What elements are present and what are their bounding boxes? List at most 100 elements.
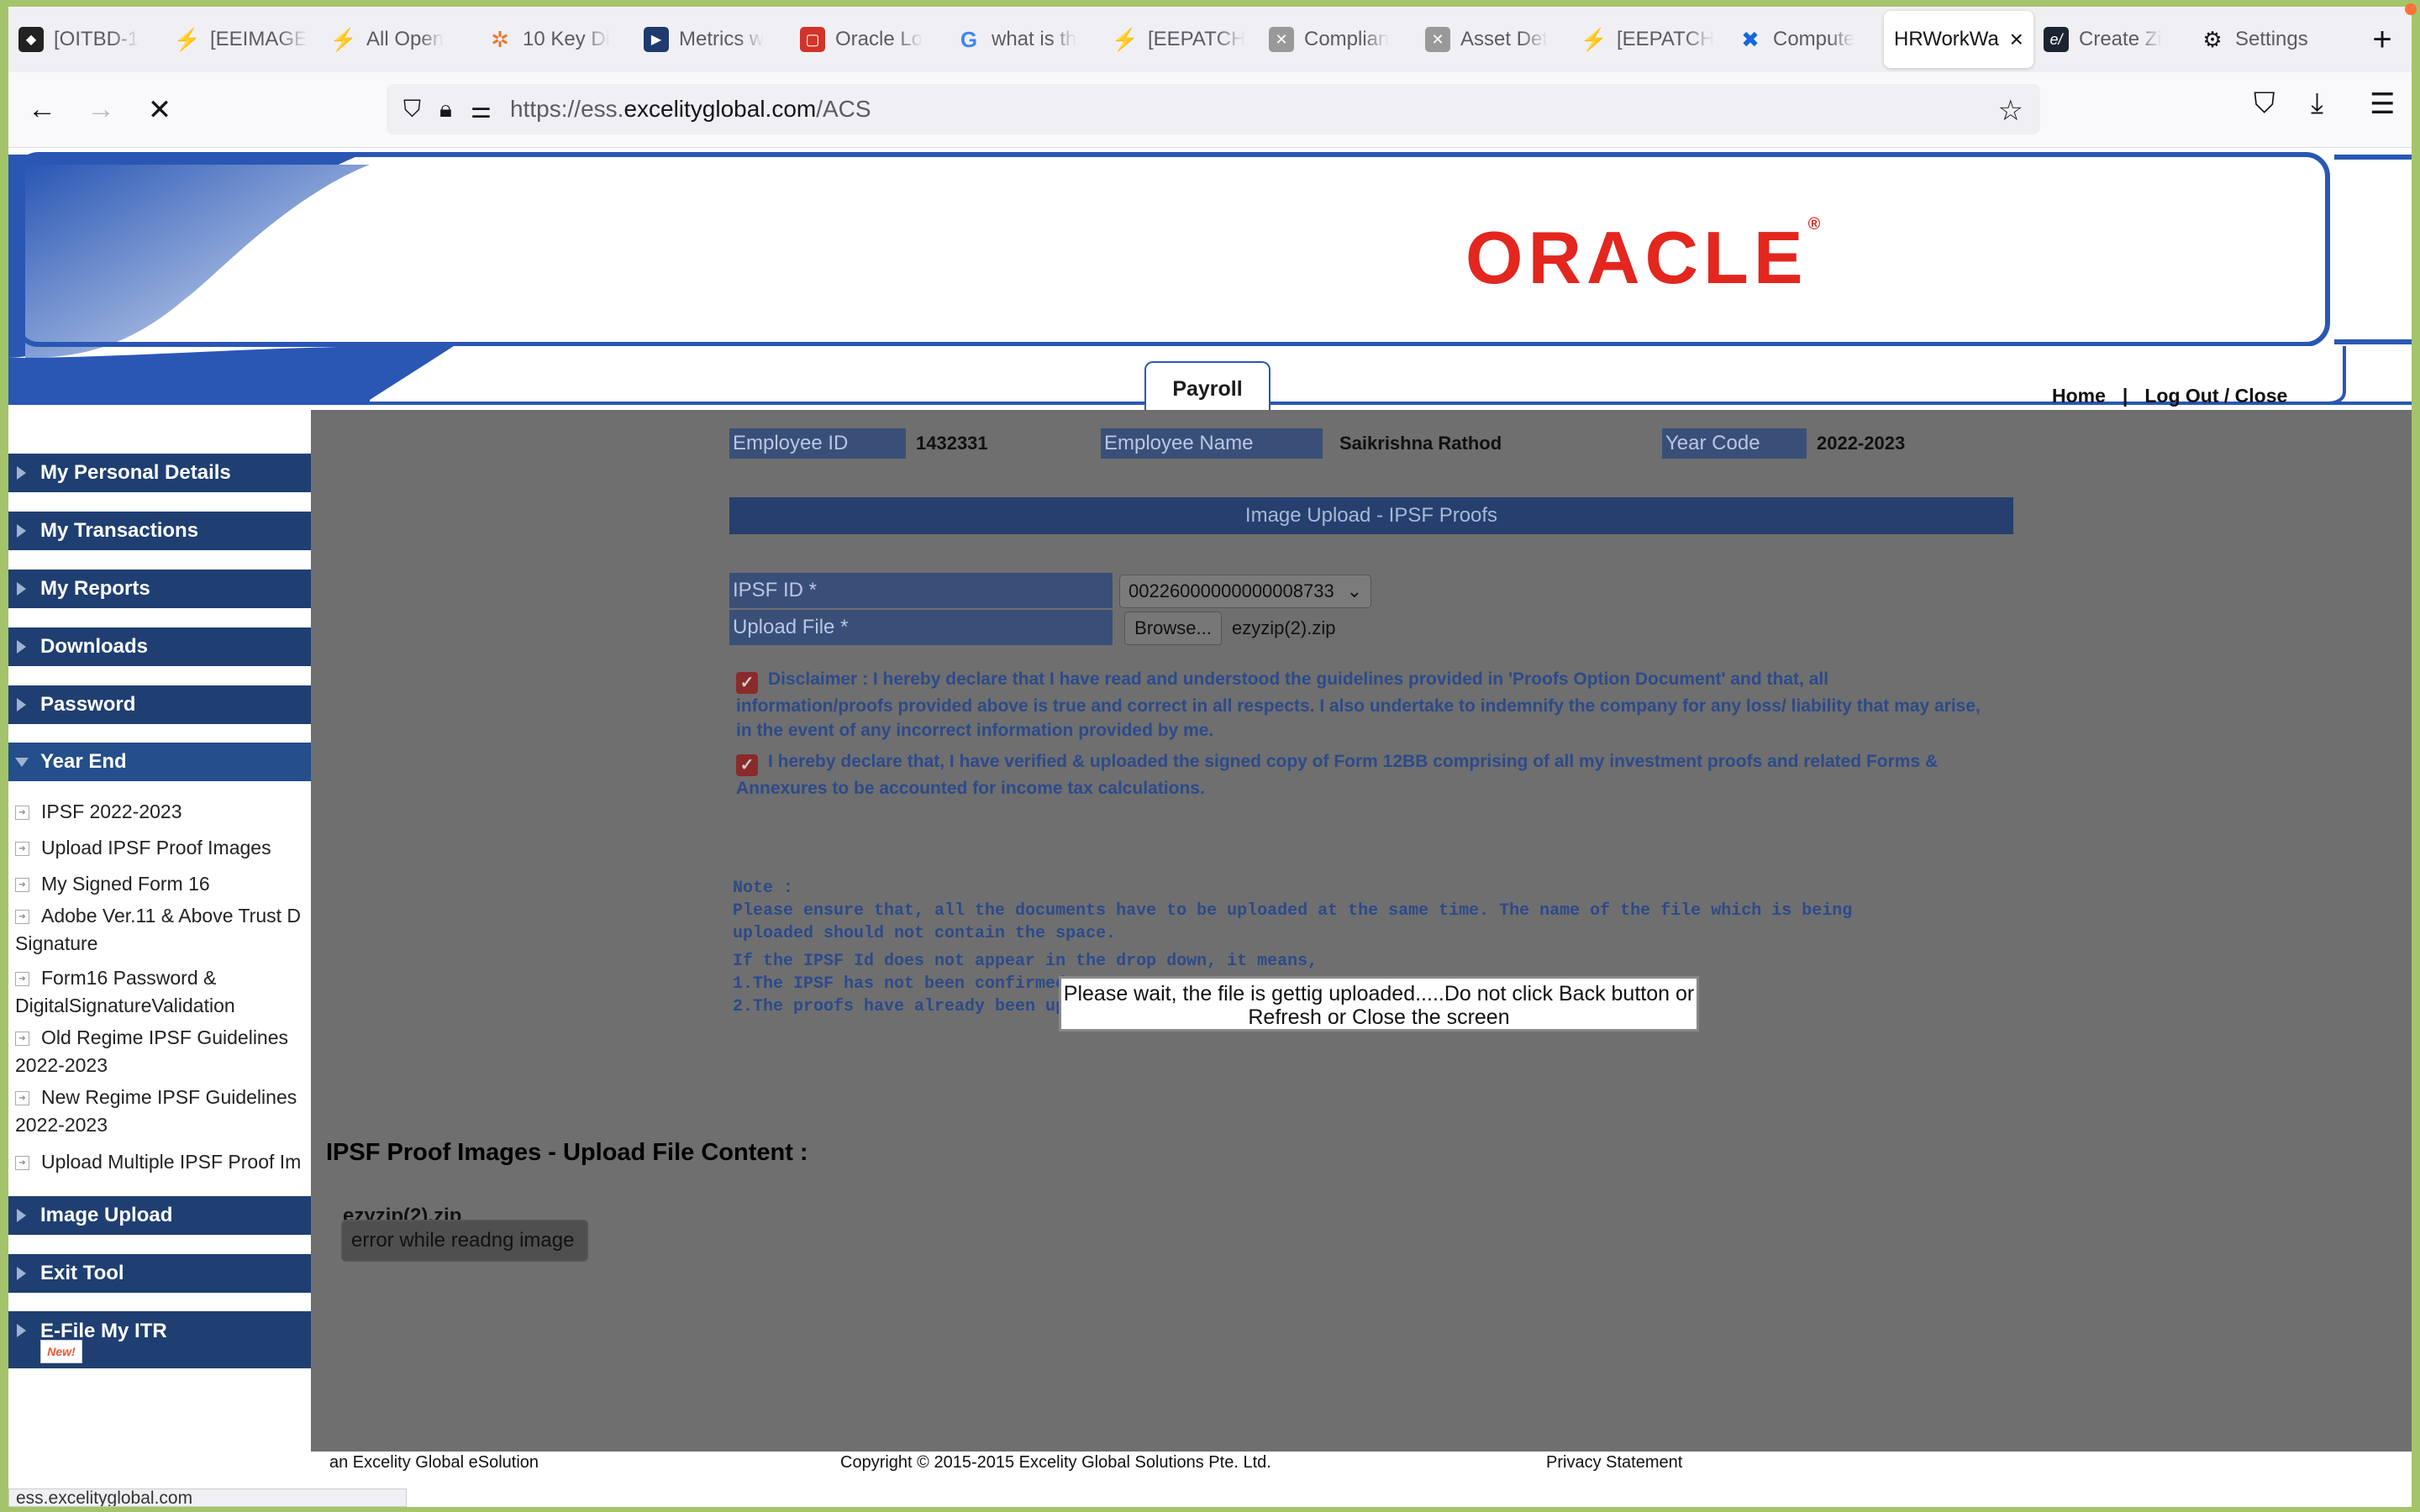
tab-6[interactable]: ▢ Oracle Lo [790,11,946,68]
grid-icon: ✕ [1269,27,1294,52]
download-icon[interactable]: ⤓ [2311,87,2323,120]
tab-5[interactable]: ▶ Metrics w [634,11,790,68]
arrow-bullet-icon: ➔ [15,878,29,893]
close-tab-icon[interactable]: × [2010,26,2023,53]
jira-icon: ◆ [18,27,44,52]
arrow-bullet-icon: ➔ [15,842,29,857]
sidebar-link-upload-ipsf-proof-images[interactable]: ➔ Upload IPSF Proof Images [8,834,311,862]
tab-7[interactable]: Gwhat is th [946,11,1102,68]
status-bar-url: ess.excelityglobal.com [8,1488,407,1507]
confluence-icon: ✖ [1741,26,1760,52]
pocket-icon[interactable]: ⛉ [2254,87,2275,120]
gear-icon: ⚙ [2202,26,2223,52]
logout-link[interactable]: Log Out / Close [2144,385,2287,407]
forward-arrow-icon[interactable]: → [76,85,126,135]
oracle-icon: ▢ [800,27,825,52]
e-icon: e/ [2044,27,2069,52]
sidebar-item-my-transactions[interactable]: My Transactions [8,512,311,550]
link-separator: | [2122,385,2128,407]
tab-payroll[interactable]: Payroll [1144,361,1270,415]
sidebar-item-efile-itr[interactable]: E-File My ITR New! [8,1311,311,1368]
sidebar-link-my-signed-form-16[interactable]: ➔ My Signed Form 16 [8,870,311,898]
tab-active-hrworkways[interactable]: HRWorkWa × [1884,11,2033,68]
navigation-bar: ← → ✕ ⛉ 🔒︎ ⚌ https://ess.excelityglobal.… [8,72,2412,148]
sidebar-item-exit-tool[interactable]: Exit Tool [8,1254,311,1293]
browse-button[interactable]: Browse... [1124,612,1222,645]
bolt-icon: ⚡ [329,26,358,52]
privacy-statement-link[interactable]: Privacy Statement [1546,1453,1682,1473]
home-link[interactable]: Home [2052,385,2106,407]
sidebar-item-my-reports[interactable]: My Reports [8,570,311,608]
upload-file-label: Upload File * [729,610,1113,645]
main-content: Employee ID 1432331 Employee Name Saikri… [311,410,2412,1452]
tab-1[interactable]: ◆ [OITBD-1 [8,11,165,68]
header-links: Home | Log Out / Close [2052,385,2287,407]
ipsf-id-label: IPSF ID * [729,573,1113,608]
tab-3[interactable]: ⚡ All Open [321,11,477,68]
page-footer: an Excelity Global eSolution Copyright ©… [311,1452,2412,1475]
lock-icon[interactable]: 🔒︎ [439,96,452,123]
tab-9[interactable]: ✕ Complian [1259,11,1415,68]
grid-icon: ✕ [1425,27,1450,52]
permissions-icon[interactable]: ⚌ [471,96,492,123]
tab-11[interactable]: ⚡ [EEPATCH [1571,11,1728,68]
tab-8[interactable]: ⚡ [EEPATCH [1102,11,1259,68]
arrow-bullet-icon: ➔ [15,1091,29,1106]
arrow-bullet-icon: ➔ [15,910,29,925]
notification-dot-icon [2405,3,2417,15]
sidebar-link-ipsf-2022-2023[interactable]: ➔ IPSF 2022-2023 [8,798,311,826]
error-message: error while readng image [343,1221,587,1260]
tab-14[interactable]: e/Create Zi [2033,11,2190,68]
oracle-logo: ORACLE® [1465,215,1821,299]
shield-icon[interactable]: ⛉ [403,96,421,123]
sidebar-link-new-regime-guidelines[interactable]: ➔ New Regime IPSF Guidelines 2022-2023 [8,1084,311,1139]
tab-strip: ◆ [OITBD-1 ⚡ [EEIMAGE ⚡ All Open ✲ 10 Key Di… [8,7,2412,72]
stop-loading-icon[interactable]: ✕ [134,85,185,135]
sidebar-item-my-personal-details[interactable]: My Personal Details [8,454,311,492]
google-icon: G [960,26,978,52]
arrow-bullet-icon: ➔ [15,1156,29,1171]
back-arrow-icon[interactable]: ← [17,85,67,135]
url-text[interactable]: https://ess.excelityglobal.com/ACS [510,96,871,123]
employee-id-value: 1432331 [916,433,988,454]
ipsf-id-select[interactable]: 00226000000000008733 ⌄ [1119,575,1371,608]
employee-info-row: Employee ID 1432331 Employee Name Saikri… [729,428,2013,459]
sidebar: My Personal Details My Transactions My R… [8,410,311,1452]
sidebar-link-old-regime-guidelines[interactable]: ➔ Old Regime IPSF Guidelines 2022-2023 [8,1024,311,1079]
employee-name-value: Saikrishna Rathod [1339,433,1502,454]
arrow-bullet-icon: ➔ [15,1032,29,1047]
employee-name-label: Employee Name [1101,428,1323,459]
address-bar[interactable]: ⛉ 🔒︎ ⚌ https://ess.excelityglobal.com/AC… [387,84,2040,134]
bolt-icon: ⚡ [173,26,202,52]
sidebar-link-adobe-trust[interactable]: ➔ Adobe Ver.11 & Above Trust D Signature [8,902,311,958]
tab-4[interactable]: ✲ 10 Key Di [477,11,634,68]
tab-12[interactable]: ✖ Compute [1728,11,1884,68]
sidebar-item-year-end[interactable]: Year End [8,743,311,781]
form-title: Image Upload - IPSF Proofs [729,497,2013,534]
chevron-down-icon: ⌄ [1346,580,1362,601]
bolt-icon: ⚡ [1111,26,1139,52]
tab-10[interactable]: ✕ Asset Det [1415,11,1571,68]
sidebar-link-form16-password[interactable]: ➔ Form16 Password & DigitalSignatureValida… [8,964,311,1020]
upload-wait-dialog: Please wait, the file is gettig uploaded… [1059,976,1699,1032]
employee-id-label: Employee ID [729,428,906,459]
sidebar-link-upload-multiple-proofs[interactable]: ➔ Upload Multiple IPSF Proof Im [8,1148,311,1176]
disclaimer-1-checkbox[interactable]: ✓ [736,672,758,694]
tab-2[interactable]: ⚡ [EEIMAGE [165,11,321,68]
gear-orange-icon: ✲ [491,26,509,52]
selected-file-name: ezyzip(2).zip [1232,617,1336,638]
footer-brand: an Excelity Global eSolution [329,1453,539,1472]
menu-icon[interactable]: ☰ [2370,87,2395,121]
bookmark-star-icon[interactable]: ☆ [1998,94,2023,128]
arrow-bullet-icon: ➔ [15,806,29,821]
sidebar-item-downloads[interactable]: Downloads [8,627,311,666]
year-code-label: Year Code [1662,428,1807,459]
ipsf-upload-form: Employee ID 1432331 Employee Name Saikri… [729,422,2013,1068]
disclaimer-2-checkbox[interactable]: ✓ [736,754,758,776]
sidebar-item-image-upload[interactable]: Image Upload [8,1196,311,1235]
footer-copyright: Copyright © 2015-2015 Excelity Global So… [840,1453,1271,1472]
new-tab-button[interactable]: + [2353,11,2412,68]
disclaimer-1: ✓ Disclaimer : I hereby declare that I ha… [736,669,1981,740]
tab-settings[interactable]: ⚙ Settings [2190,11,2324,68]
sidebar-item-password[interactable]: Password [8,685,311,724]
